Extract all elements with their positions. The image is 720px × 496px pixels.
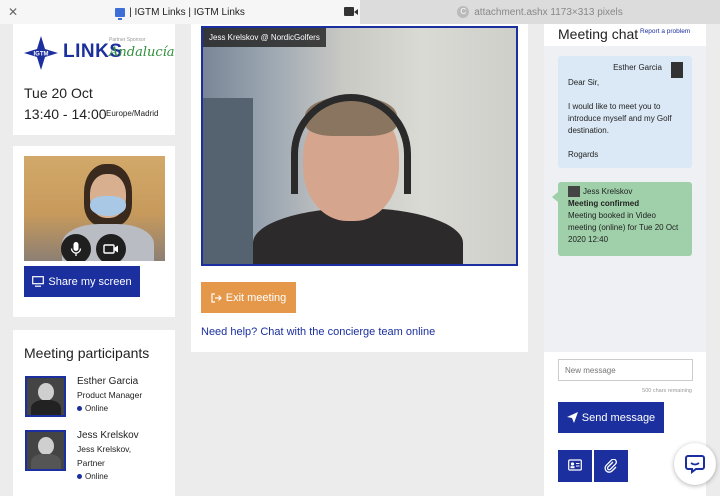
share-screen-button[interactable]: Share my screen	[24, 266, 140, 297]
meeting-timezone: Europe/Madrid	[106, 109, 159, 118]
remote-participant-label: Jess Krelskov @ NordicGolfers	[203, 28, 326, 47]
participant-name: Esther Garcia	[77, 376, 139, 387]
meeting-time: 13:40 - 14:00	[24, 106, 107, 122]
online-dot-icon	[77, 474, 82, 479]
microphone-icon	[70, 242, 82, 256]
participant-role: Product Manager	[77, 390, 143, 400]
message-input[interactable]	[558, 359, 693, 381]
support-chat-launcher[interactable]	[674, 443, 716, 485]
tab-title: | IGTM Links | IGTM Links	[129, 6, 245, 18]
message-sender: Jess Krelskov	[583, 187, 633, 196]
meeting-chat-panel: Meeting chat Report a problem Esther Gar…	[544, 24, 706, 352]
tab-close-icon[interactable]: ✕	[6, 5, 20, 19]
online-dot-icon	[77, 406, 82, 411]
incoming-message: Esther Garcia Dear Sir, I would like to …	[558, 56, 692, 168]
outgoing-message: Jess Krelskov Meeting confirmed Meeting …	[552, 182, 692, 256]
send-message-button[interactable]: Send message	[558, 402, 664, 433]
participant-role: Partner	[77, 458, 105, 468]
report-problem-link[interactable]: Report a problem	[640, 28, 690, 35]
browser-tab-active[interactable]: ✕ | IGTM Links | IGTM Links	[0, 0, 360, 24]
camera-toggle-button[interactable]	[96, 234, 126, 261]
browser-tab-inactive[interactable]: C attachment.ashx 1173×313 pixels	[360, 0, 720, 24]
avatar	[671, 62, 683, 78]
concierge-help-link[interactable]: Need help? Chat with the concierge team …	[201, 326, 435, 338]
self-video-card: Share my screen	[13, 146, 175, 317]
tab-favicon-icon: C	[457, 6, 470, 18]
chat-bubble-icon	[685, 455, 705, 474]
paper-plane-icon	[566, 412, 578, 423]
andalucia-sponsor-logo: Partner Sponsor Andalucía	[109, 37, 175, 60]
avatar	[25, 376, 66, 417]
participant-role: Jess Krelskov,	[77, 444, 132, 454]
monitor-icon	[32, 276, 45, 287]
participant-item[interactable]: Jess Krelskov Jess Krelskov, Partner Onl…	[25, 430, 170, 481]
attach-file-button[interactable]	[594, 450, 628, 482]
participants-title: Meeting participants	[24, 345, 150, 361]
participant-item[interactable]: Esther Garcia Product Manager Online	[25, 376, 170, 420]
avatar	[568, 186, 580, 198]
meeting-date: Tue 20 Oct	[24, 85, 93, 101]
camera-in-use-icon	[344, 7, 358, 16]
participant-name: Jess Krelskov	[77, 430, 139, 441]
igtm-logo-icon: IGTM	[24, 36, 58, 70]
remote-video-feed: Jess Krelskov @ NordicGolfers	[201, 26, 518, 266]
chat-message-list[interactable]: Esther Garcia Dear Sir, I would like to …	[544, 46, 706, 352]
microphone-toggle-button[interactable]	[61, 234, 91, 261]
status-badge: Online	[77, 404, 108, 413]
tab-title: attachment.ashx 1173×313 pixels	[474, 6, 623, 18]
message-sender: Esther Garcia	[613, 63, 662, 72]
participants-card: Meeting participants Esther Garcia Produ…	[13, 330, 175, 496]
exit-meeting-button[interactable]: Exit meeting	[201, 282, 296, 313]
favicon-icon	[115, 7, 126, 20]
self-video-feed	[24, 156, 165, 261]
event-info-card: IGTM LINKS Partner Sponsor Andalucía Tue…	[13, 24, 175, 135]
chars-remaining: 500 chars remaining	[642, 388, 692, 394]
avatar	[25, 430, 66, 471]
share-business-card-button[interactable]	[558, 450, 592, 482]
id-card-icon	[568, 459, 582, 471]
paperclip-icon	[604, 459, 617, 473]
status-badge: Online	[77, 472, 108, 481]
chat-title: Meeting chat	[558, 26, 639, 42]
sign-out-icon	[211, 292, 222, 303]
main-meeting-card: Jess Krelskov @ NordicGolfers Exit meeti…	[191, 24, 528, 352]
svg-text:IGTM: IGTM	[34, 52, 49, 58]
message-heading: Meeting confirmed	[568, 199, 640, 208]
browser-tab-bar: ✕ | IGTM Links | IGTM Links C attachment…	[0, 0, 720, 24]
video-camera-icon	[103, 244, 118, 254]
